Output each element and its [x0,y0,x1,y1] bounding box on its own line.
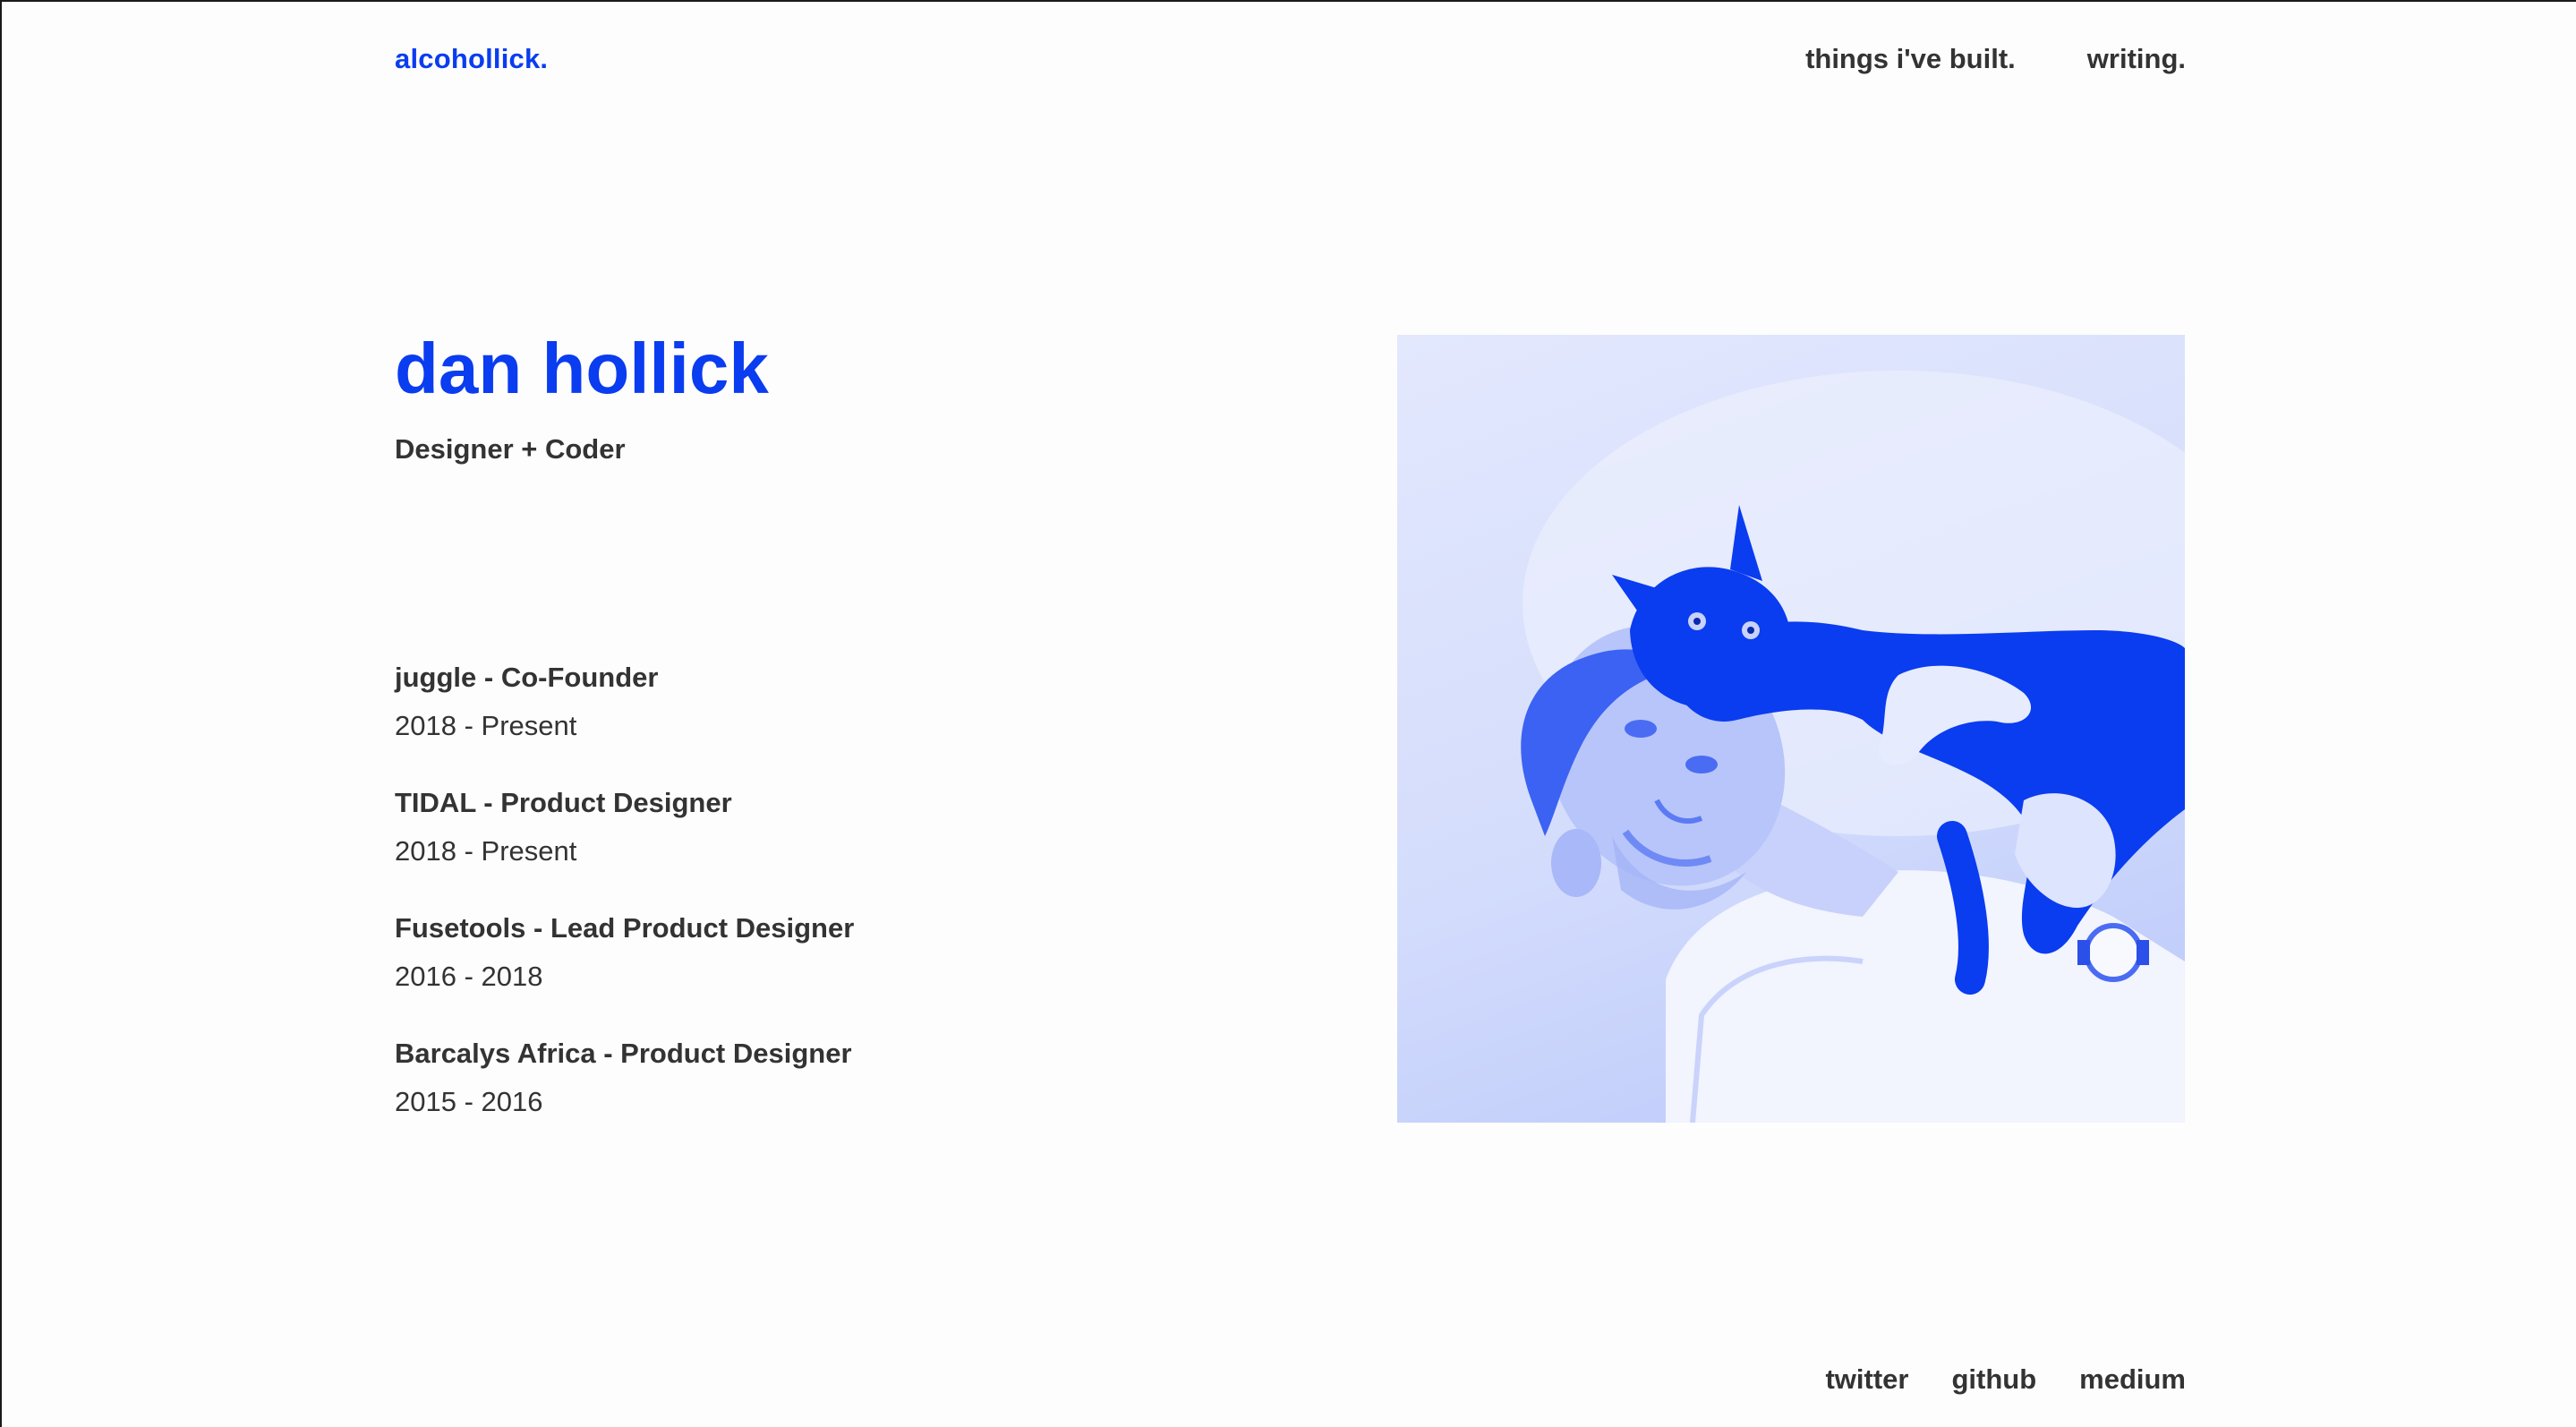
footer-link-github[interactable]: github [1951,1363,2036,1396]
profile-photo [1397,335,2185,1123]
experience-title: Barcalys Africa - Product Designer [395,1038,852,1069]
footer-social-links: twitter github medium [1825,1363,2186,1396]
nav-link-things-built[interactable]: things i've built. [1805,43,2016,75]
top-navigation: things i've built. writing. [1805,43,2186,75]
footer-link-medium[interactable]: medium [2079,1363,2186,1396]
experience-item: Fusetools - Lead Product Designer 2016 -… [395,911,1200,1037]
experience-dates: 2015 - 2016 [395,1086,543,1117]
page-subtitle: Designer + Coder [395,433,626,465]
nav-link-writing[interactable]: writing. [2087,43,2186,75]
experience-dates: 2018 - Present [395,835,577,867]
experience-title: juggle - Co-Founder [395,662,659,693]
site-logo-link[interactable]: alcohollick. [395,43,548,75]
page-frame [0,0,2576,1427]
experience-item: Barcalys Africa - Product Designer 2015 … [395,1037,1200,1162]
experience-title: Fusetools - Lead Product Designer [395,912,855,944]
portrait-with-cat-illustration [1521,371,2185,1123]
experience-item: juggle - Co-Founder 2018 - Present [395,661,1200,786]
experience-list: juggle - Co-Founder 2018 - Present TIDAL… [395,661,1200,1162]
footer-link-twitter[interactable]: twitter [1825,1363,1908,1396]
experience-title: TIDAL - Product Designer [395,787,732,818]
page-title: dan hollick [395,329,769,408]
experience-item: TIDAL - Product Designer 2018 - Present [395,786,1200,911]
experience-dates: 2018 - Present [395,710,577,741]
experience-dates: 2016 - 2018 [395,961,543,992]
